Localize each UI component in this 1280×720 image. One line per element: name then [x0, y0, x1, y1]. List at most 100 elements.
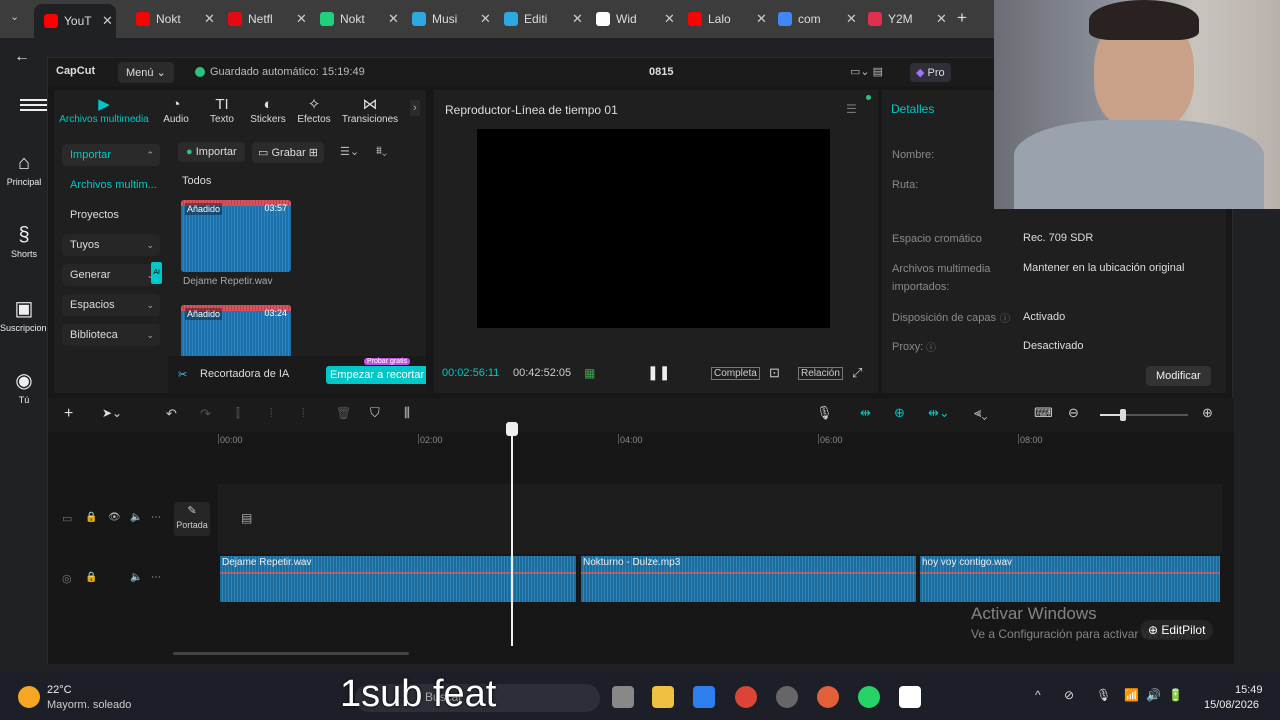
- clock-time[interactable]: 15:49: [1235, 684, 1263, 696]
- tab-close-icon[interactable]: ✕: [572, 11, 583, 27]
- trim-right-icon[interactable]: ⦙: [302, 406, 305, 421]
- help-icon[interactable]: ⓘ: [926, 339, 936, 354]
- tab-close-icon[interactable]: ✕: [846, 11, 857, 27]
- redo-icon[interactable]: ↷: [200, 406, 211, 422]
- freeze-icon[interactable]: ⫼: [404, 405, 410, 421]
- browser-tab[interactable]: Wid ✕: [596, 6, 676, 32]
- sidebar-item-2[interactable]: Proyectos secun...: [62, 204, 160, 243]
- chrome-icon[interactable]: [735, 686, 757, 708]
- tray-chevron-icon[interactable]: ^: [1035, 688, 1041, 702]
- sidebar-item-0[interactable]: Importar ⌃: [62, 144, 160, 166]
- capture-app-icon[interactable]: [817, 686, 839, 708]
- tab-close-icon[interactable]: ✕: [664, 11, 675, 27]
- store-icon[interactable]: [693, 686, 715, 708]
- cover-button[interactable]: ✎ Portada: [174, 502, 210, 536]
- browser-tab[interactable]: Y2M ✕: [868, 6, 948, 32]
- back-arrow-icon[interactable]: ←: [14, 48, 30, 66]
- full-quality-button[interactable]: Completa: [711, 367, 760, 380]
- sidebar-item-3[interactable]: Tuyos ⌄: [62, 234, 160, 256]
- sidebar-item-4[interactable]: Generar ⌄ AI: [62, 262, 162, 286]
- youtube-nav-2[interactable]: ▣ Suscripciones: [0, 296, 56, 333]
- browser-tab[interactable]: Lalo ✕: [688, 6, 768, 32]
- browser-tab[interactable]: Editi ✕: [504, 6, 584, 32]
- preview-axis-icon[interactable]: ⫷⌄: [974, 405, 987, 421]
- microphone-icon[interactable]: 🎙: [816, 405, 833, 421]
- nav-texto[interactable]: TI Texto: [202, 96, 242, 125]
- undo-icon[interactable]: ↶: [166, 406, 177, 422]
- tray-mic-icon[interactable]: 🎙: [1096, 688, 1111, 702]
- playhead-handle[interactable]: [506, 422, 518, 436]
- zoom-out-icon[interactable]: ⊖: [1068, 405, 1079, 421]
- audio-speaker-icon[interactable]: 🔈: [130, 572, 142, 583]
- select-tool-icon[interactable]: ➤⌄: [102, 406, 122, 420]
- browser-tab[interactable]: Musi ✕: [412, 6, 492, 32]
- nav-archivos-multimedia[interactable]: ▶ Archivos multimedia: [58, 96, 150, 125]
- zoom-slider[interactable]: [1100, 409, 1188, 421]
- tab-close-icon[interactable]: ✕: [296, 11, 307, 27]
- filter-icon[interactable]: ⩩⌄: [376, 145, 387, 158]
- media-thumbnail[interactable]: Añadido 03:57: [181, 200, 291, 272]
- delete-icon[interactable]: 🗑: [336, 406, 351, 420]
- audio-clip[interactable]: Dejame Repetir.wav: [220, 556, 576, 602]
- nav-transiciones[interactable]: ⋈ Transiciones: [340, 96, 400, 125]
- battery-icon[interactable]: 🔋: [1168, 688, 1183, 702]
- timeline-scrollbar[interactable]: [173, 652, 409, 655]
- marker-icon[interactable]: ⛉: [370, 405, 380, 421]
- sidebar-item-5[interactable]: Espacios ⌄: [62, 294, 160, 316]
- browser-tab[interactable]: Netfl ✕: [228, 6, 308, 32]
- youtube-menu-icon[interactable]: [20, 96, 48, 114]
- browser-tab[interactable]: Nokt ✕: [136, 6, 216, 32]
- tray-network-off-icon[interactable]: ⊘: [1064, 688, 1074, 702]
- editpilot-badge[interactable]: ⊕ EditPilot: [1140, 620, 1214, 640]
- playhead[interactable]: [506, 422, 518, 646]
- audio-clip[interactable]: hoy voy contigo.wav: [920, 556, 1220, 602]
- magnet-icon[interactable]: ⊕: [894, 405, 905, 421]
- audio-lock-icon[interactable]: 🔒: [85, 572, 97, 583]
- video-preview[interactable]: [477, 129, 830, 328]
- tab-close-icon[interactable]: ✕: [480, 11, 491, 27]
- browser-tab[interactable]: YouT ✕: [34, 4, 116, 38]
- sidebar-item-1[interactable]: Archivos multim...: [62, 174, 160, 196]
- layout-icon[interactable]: ▭⌄ ▤: [850, 65, 883, 78]
- snapshot-icon[interactable]: ⊡: [769, 365, 780, 381]
- zoom-in-icon[interactable]: ⊕: [1202, 405, 1213, 421]
- lock-icon[interactable]: 🔒: [85, 512, 97, 523]
- youtube-nav-1[interactable]: § Shorts: [0, 224, 48, 259]
- browser-tab[interactable]: com ✕: [778, 6, 858, 32]
- tab-close-icon[interactable]: ✕: [102, 13, 113, 29]
- linkage-icon[interactable]: ⇹⌄: [928, 405, 950, 421]
- ai-icon[interactable]: ⌨: [1034, 405, 1053, 421]
- trim-left-icon[interactable]: ⦙: [270, 406, 273, 421]
- browser-tab[interactable]: Nokt ✕: [320, 6, 400, 32]
- task-view-icon[interactable]: [612, 686, 634, 708]
- nav-stickers[interactable]: ◐ Stickers: [246, 96, 290, 125]
- fullscreen-icon[interactable]: ⤢: [852, 365, 862, 381]
- obs-icon[interactable]: [776, 686, 798, 708]
- link-main-track-icon[interactable]: ⇹: [860, 405, 871, 421]
- volume-icon[interactable]: 🔊: [1146, 688, 1161, 702]
- help-icon[interactable]: ⓘ: [1000, 310, 1010, 325]
- weather-temp[interactable]: 22°C: [47, 684, 72, 696]
- ratio-button[interactable]: Relación: [798, 367, 843, 380]
- tab-close-icon[interactable]: ✕: [936, 11, 947, 27]
- nav-audio[interactable]: ◔ Audio: [158, 96, 194, 125]
- clock-date[interactable]: 15/08/2026: [1204, 699, 1259, 711]
- speaker-icon[interactable]: 🔈: [130, 512, 142, 523]
- add-track-icon[interactable]: +: [64, 405, 73, 423]
- tab-close-icon[interactable]: ✕: [204, 11, 215, 27]
- new-tab-button[interactable]: +: [957, 8, 967, 28]
- player-menu-icon[interactable]: ☰: [846, 102, 857, 116]
- youtube-nav-3[interactable]: ◉ Tú: [0, 368, 48, 405]
- import-button[interactable]: ● Importar: [178, 142, 245, 162]
- zoom-slider-handle[interactable]: [1120, 409, 1126, 421]
- wifi-icon[interactable]: 📶: [1124, 688, 1139, 702]
- split-icon[interactable]: ⫿: [236, 406, 240, 421]
- more-icon[interactable]: ⋯: [151, 512, 161, 523]
- nav-efectos[interactable]: ✧ Efectos: [294, 96, 334, 125]
- tab-close-icon[interactable]: ✕: [756, 11, 767, 27]
- weather-desc[interactable]: Mayorm. soleado: [47, 699, 131, 711]
- pro-button[interactable]: ◆ Pro: [910, 63, 951, 82]
- modify-button[interactable]: Modificar: [1146, 366, 1211, 386]
- nav-scroll-right-icon[interactable]: ›: [410, 100, 420, 116]
- audio-more-icon[interactable]: ⋯: [151, 572, 161, 583]
